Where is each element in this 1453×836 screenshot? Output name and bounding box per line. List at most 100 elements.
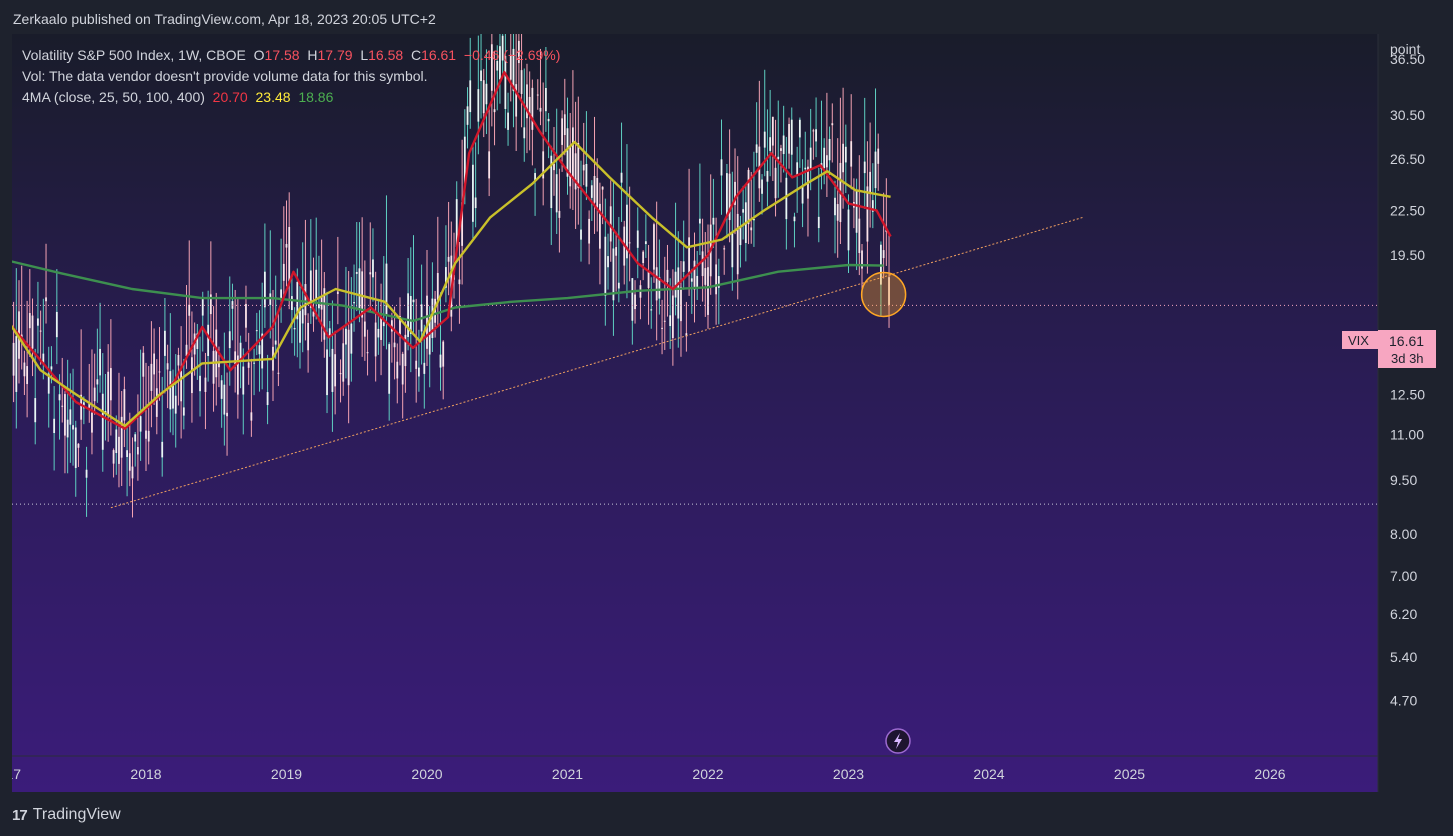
candle-body <box>569 146 572 187</box>
time-tick-label: 2020 <box>411 766 442 782</box>
candle-body <box>423 362 426 374</box>
time-tick-label: 2019 <box>271 766 302 782</box>
candle-body <box>280 289 282 299</box>
candle-body <box>590 185 593 198</box>
candle-body <box>72 425 74 430</box>
candle-body <box>134 434 137 442</box>
candle-body <box>215 329 218 378</box>
candle-body <box>112 450 115 464</box>
candle-body <box>690 278 693 282</box>
candle-body <box>812 130 815 132</box>
candle-body <box>750 227 753 231</box>
candle-body <box>174 395 177 414</box>
candle-body <box>37 318 39 326</box>
candle-body <box>39 330 42 332</box>
candle-body <box>363 321 366 337</box>
candle-body <box>255 330 258 332</box>
candle-body <box>15 336 18 392</box>
chart-canvas[interactable]: point 36.5030.5026.5022.5019.5014.5012.5… <box>12 34 1439 792</box>
candle-body <box>858 218 861 254</box>
candle-body <box>118 436 120 464</box>
candle-body <box>263 271 266 308</box>
candle-body <box>688 237 690 274</box>
candle-body <box>55 311 58 338</box>
lightning-icon[interactable] <box>885 728 911 754</box>
candle-body <box>817 216 820 229</box>
candle-body <box>74 427 77 469</box>
candle-body <box>850 141 853 167</box>
candle-body <box>204 377 207 392</box>
candle-body <box>293 328 296 330</box>
candle-body <box>266 392 269 406</box>
candle-body <box>863 161 866 174</box>
candle-body <box>472 164 474 222</box>
plot-background <box>12 34 1378 792</box>
candle-body <box>334 354 337 387</box>
candle-body <box>409 296 412 334</box>
chart-pane[interactable]: point 36.5030.5026.5022.5019.5014.5012.5… <box>12 34 1439 792</box>
candle-body <box>634 294 636 310</box>
candle-body <box>153 353 156 375</box>
time-tick-label: 2021 <box>552 766 583 782</box>
candle-body <box>869 171 872 193</box>
candle-body <box>755 144 758 153</box>
candle-body <box>704 268 707 285</box>
candle-body <box>412 299 415 303</box>
candle-body <box>96 379 99 385</box>
candle-body <box>147 430 150 442</box>
time-tick-label: 2022 <box>692 766 723 782</box>
candle-body <box>763 131 766 148</box>
candle-body <box>347 329 350 386</box>
candle-body <box>723 248 726 250</box>
price-tag-countdown: 3d 3h <box>1391 351 1424 366</box>
tradingview-logo[interactable]: 17 TradingView <box>12 806 121 824</box>
low-label: L <box>360 47 369 63</box>
candle-body <box>780 148 782 151</box>
candle-body <box>101 393 104 450</box>
brand-label: TradingView <box>32 806 121 823</box>
candle-body <box>150 363 153 391</box>
candle-body <box>782 135 785 155</box>
candle-body <box>53 418 56 434</box>
candle-body <box>374 322 377 357</box>
candle-body <box>777 156 780 160</box>
candle-body <box>415 360 418 369</box>
candle-body <box>242 366 245 395</box>
candle-body <box>707 267 709 315</box>
candle-body <box>712 217 715 225</box>
change-value: −0.46 (−2.69%) <box>463 47 561 63</box>
candle-body <box>85 469 88 478</box>
candle-body <box>604 236 607 296</box>
candle-body <box>736 213 739 275</box>
time-tick-label: 2017 <box>12 766 21 782</box>
price-tick-label: 4.70 <box>1390 692 1417 708</box>
candle-body <box>128 453 131 471</box>
price-tick-label: 36.50 <box>1390 51 1425 67</box>
price-tick-label: 30.50 <box>1390 107 1425 123</box>
candle-body <box>34 398 37 423</box>
candle-body <box>696 275 699 287</box>
candle-body <box>315 269 318 299</box>
candle-body <box>380 316 382 340</box>
candle-body <box>226 412 228 417</box>
candle-body <box>155 388 158 417</box>
symbol-label[interactable]: Volatility S&P 500 Index, 1W, CBOE <box>22 47 246 63</box>
candle-body <box>177 355 180 366</box>
candle-body <box>715 264 718 295</box>
candle-body <box>201 298 204 316</box>
candle-body <box>844 146 847 163</box>
candle-body <box>882 250 885 259</box>
candle-body <box>828 138 831 161</box>
candle-body <box>601 186 604 190</box>
candle-body <box>831 123 834 126</box>
price-tick-label: 5.40 <box>1390 649 1417 665</box>
price-tick-label: 9.50 <box>1390 472 1417 488</box>
price-tag-price: 16.61 <box>1389 333 1424 349</box>
candle-body <box>26 366 29 385</box>
ma400-value: 18.86 <box>298 89 334 105</box>
candle-body <box>561 118 563 145</box>
candle-body <box>628 242 631 244</box>
candle-body <box>588 218 591 244</box>
ma-label[interactable]: 4MA (close, 25, 50, 100, 400) <box>22 89 205 105</box>
candle-body <box>669 315 672 327</box>
